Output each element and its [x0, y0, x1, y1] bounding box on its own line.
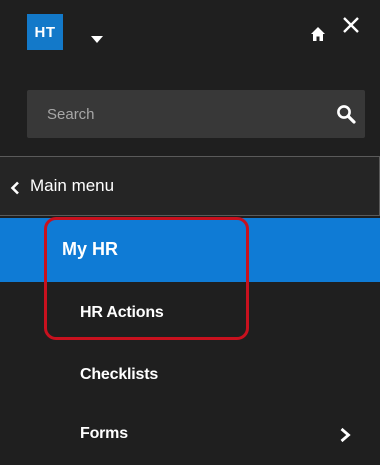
close-button[interactable] — [336, 10, 366, 40]
search-icon[interactable] — [336, 104, 356, 124]
close-icon — [343, 17, 359, 33]
caret-down-icon[interactable] — [91, 36, 103, 44]
navigation-panel: HT Main menu My HR HR Actions — [0, 0, 380, 465]
chevron-left-icon — [10, 181, 19, 195]
menu-item-forms[interactable]: Forms — [0, 405, 380, 465]
home-icon[interactable] — [310, 26, 326, 42]
chevron-right-icon — [340, 427, 351, 443]
menu-item-label: HR Actions — [80, 304, 164, 321]
top-bar: HT — [0, 0, 380, 72]
search-input[interactable] — [27, 90, 317, 138]
search-box — [27, 90, 365, 138]
org-badge[interactable]: HT — [27, 14, 63, 50]
menu-item-label: Checklists — [80, 366, 159, 383]
menu-item-label: Forms — [80, 425, 128, 442]
section-title: My HR — [62, 239, 119, 259]
back-label: Main menu — [30, 176, 115, 195]
back-to-main-menu[interactable]: Main menu — [0, 156, 380, 216]
menu-item-checklists[interactable]: Checklists — [0, 346, 380, 406]
section-my-hr[interactable]: My HR — [0, 218, 380, 282]
menu-item-hr-actions[interactable]: HR Actions — [0, 284, 380, 344]
